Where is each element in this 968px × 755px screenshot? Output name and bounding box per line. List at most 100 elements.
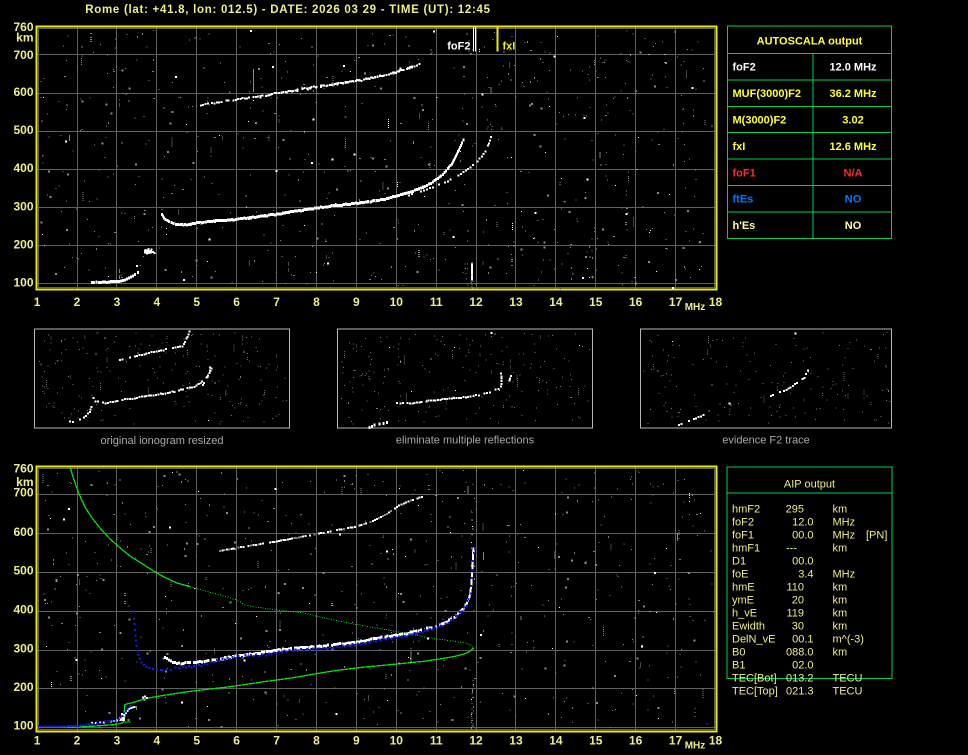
svg-text:18: 18 bbox=[709, 295, 723, 309]
svg-text:200: 200 bbox=[13, 238, 33, 252]
svg-text:3: 3 bbox=[114, 295, 121, 309]
svg-text:10: 10 bbox=[390, 734, 404, 748]
svg-text:B0: B0 bbox=[732, 647, 745, 659]
svg-text:8: 8 bbox=[313, 295, 320, 309]
svg-text:DelN_vE: DelN_vE bbox=[732, 634, 775, 646]
svg-text:500: 500 bbox=[13, 564, 33, 578]
svg-text:3: 3 bbox=[114, 734, 121, 748]
svg-text:MHz: MHz bbox=[685, 302, 706, 313]
svg-text:MHz: MHz bbox=[685, 741, 706, 752]
svg-text:AIP output: AIP output bbox=[784, 479, 835, 491]
svg-text:013.2: 013.2 bbox=[786, 673, 814, 685]
svg-text:700: 700 bbox=[13, 485, 33, 499]
svg-text:km: km bbox=[833, 582, 848, 594]
svg-text:5: 5 bbox=[193, 295, 200, 309]
svg-text:8: 8 bbox=[313, 734, 320, 748]
svg-text:km: km bbox=[16, 31, 33, 45]
svg-text:00.0: 00.0 bbox=[792, 556, 813, 568]
svg-text:M(3000)F2: M(3000)F2 bbox=[733, 115, 787, 127]
svg-text:9: 9 bbox=[353, 734, 360, 748]
svg-text:3.02: 3.02 bbox=[842, 115, 863, 127]
svg-text:12.0: 12.0 bbox=[792, 517, 813, 529]
svg-text:300: 300 bbox=[13, 199, 33, 213]
svg-text:6: 6 bbox=[233, 295, 240, 309]
svg-text:14: 14 bbox=[549, 734, 563, 748]
svg-text:13: 13 bbox=[509, 734, 523, 748]
svg-text:088.0: 088.0 bbox=[786, 647, 814, 659]
svg-text:TEC[Bot]: TEC[Bot] bbox=[732, 673, 777, 685]
svg-text:h'Es: h'Es bbox=[733, 220, 756, 232]
svg-text:200: 200 bbox=[13, 680, 33, 694]
svg-text:[PN]: [PN] bbox=[866, 530, 887, 542]
svg-text:36.2 MHz: 36.2 MHz bbox=[829, 88, 877, 100]
svg-text:1: 1 bbox=[34, 295, 41, 309]
svg-text:5: 5 bbox=[193, 734, 200, 748]
svg-text:Ewidth: Ewidth bbox=[732, 621, 765, 633]
svg-text:B1: B1 bbox=[732, 660, 745, 672]
svg-text:NO: NO bbox=[845, 220, 862, 232]
svg-text:00.1: 00.1 bbox=[792, 634, 813, 646]
svg-text:500: 500 bbox=[13, 123, 33, 137]
svg-text:km: km bbox=[833, 608, 848, 620]
svg-text:1: 1 bbox=[34, 734, 41, 748]
svg-text:original ionogram resized: original ionogram resized bbox=[101, 435, 224, 447]
svg-text:15: 15 bbox=[589, 734, 603, 748]
svg-text:Rome (lat: +41.8, lon: 012.5): Rome (lat: +41.8, lon: 012.5) - DATE: 20… bbox=[85, 4, 491, 16]
svg-text:km: km bbox=[833, 647, 848, 659]
svg-text:100: 100 bbox=[13, 276, 33, 290]
svg-text:foF2: foF2 bbox=[732, 517, 754, 529]
svg-text:hmF2: hmF2 bbox=[732, 504, 760, 516]
svg-text:foF1: foF1 bbox=[733, 167, 756, 179]
svg-text:fxI: fxI bbox=[733, 141, 746, 153]
svg-text:MHz: MHz bbox=[833, 530, 856, 542]
svg-text:18: 18 bbox=[709, 734, 723, 748]
svg-text:12.0 MHz: 12.0 MHz bbox=[829, 62, 877, 74]
svg-text:eliminate multiple reflections: eliminate multiple reflections bbox=[396, 435, 535, 447]
svg-text:TECU: TECU bbox=[833, 686, 863, 698]
svg-text:17: 17 bbox=[669, 734, 683, 748]
svg-text:400: 400 bbox=[13, 161, 33, 175]
svg-text:12: 12 bbox=[469, 295, 483, 309]
svg-text:---: --- bbox=[786, 543, 797, 555]
svg-text:km: km bbox=[833, 595, 848, 607]
svg-text:021.3: 021.3 bbox=[786, 686, 814, 698]
svg-text:10: 10 bbox=[390, 295, 404, 309]
svg-text:00.0: 00.0 bbox=[792, 530, 813, 542]
svg-text:12.6 MHz: 12.6 MHz bbox=[829, 141, 877, 153]
svg-text:2: 2 bbox=[74, 734, 81, 748]
svg-text:17: 17 bbox=[669, 295, 683, 309]
svg-text:NO: NO bbox=[845, 194, 862, 206]
svg-text:400: 400 bbox=[13, 603, 33, 617]
svg-text:evidence F2 trace: evidence F2 trace bbox=[722, 435, 809, 447]
svg-text:30: 30 bbox=[792, 621, 804, 633]
svg-text:20: 20 bbox=[792, 595, 804, 607]
svg-text:3.4: 3.4 bbox=[798, 569, 813, 581]
svg-text:km: km bbox=[833, 504, 848, 516]
svg-text:14: 14 bbox=[549, 295, 563, 309]
svg-text:600: 600 bbox=[13, 525, 33, 539]
svg-text:7: 7 bbox=[273, 734, 280, 748]
svg-text:TEC[Top]: TEC[Top] bbox=[732, 686, 778, 698]
svg-text:MUF(3000)F2: MUF(3000)F2 bbox=[733, 88, 801, 100]
svg-text:110: 110 bbox=[786, 582, 804, 594]
svg-text:TECU: TECU bbox=[833, 673, 863, 685]
svg-text:MHz: MHz bbox=[833, 569, 856, 581]
svg-text:7: 7 bbox=[273, 295, 280, 309]
svg-text:13: 13 bbox=[509, 295, 523, 309]
svg-text:11: 11 bbox=[430, 295, 443, 309]
svg-text:foF1: foF1 bbox=[732, 530, 754, 542]
svg-text:MHz: MHz bbox=[833, 517, 856, 529]
svg-text:9: 9 bbox=[353, 295, 360, 309]
svg-text:foE: foE bbox=[732, 569, 749, 581]
svg-text:600: 600 bbox=[13, 85, 33, 99]
svg-text:km: km bbox=[833, 543, 848, 555]
svg-text:300: 300 bbox=[13, 641, 33, 655]
svg-text:760: 760 bbox=[13, 462, 33, 476]
svg-text:700: 700 bbox=[13, 48, 33, 62]
svg-text:km: km bbox=[833, 621, 848, 633]
svg-text:N/A: N/A bbox=[844, 167, 863, 179]
svg-text:119: 119 bbox=[786, 608, 804, 620]
svg-text:D1: D1 bbox=[732, 556, 746, 568]
svg-text:foF2: foF2 bbox=[733, 62, 756, 74]
svg-text:16: 16 bbox=[629, 734, 643, 748]
